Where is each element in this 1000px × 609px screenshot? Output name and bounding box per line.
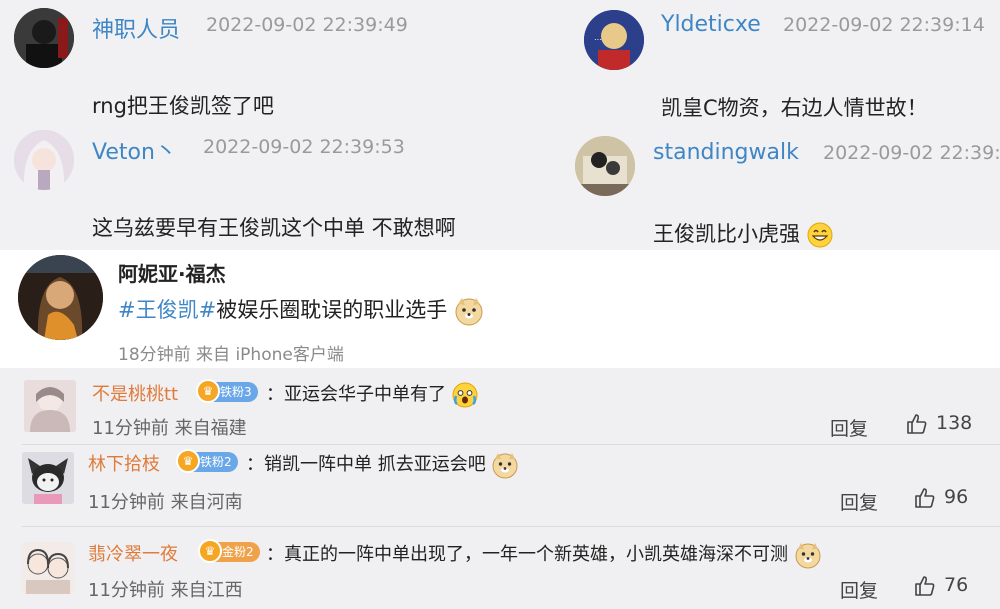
fan-badge: ♛ 铁粉3 bbox=[196, 379, 258, 403]
avatar-image bbox=[18, 255, 103, 340]
commenter-name[interactable]: Yldeticxe bbox=[661, 12, 761, 37]
like-button[interactable]: 138 bbox=[906, 412, 972, 435]
fan-badge: ♛ 金粉2 bbox=[198, 539, 260, 563]
comment-text: 王俊凯比小虎强 bbox=[653, 218, 833, 248]
fan-badge: ♛ 铁粉2 bbox=[176, 449, 238, 473]
comment-text: 凯皇C物资，右边人情世故！ bbox=[661, 96, 928, 120]
comment-text: rng把王俊凯签了吧 bbox=[92, 94, 274, 118]
like-count: 96 bbox=[944, 486, 969, 508]
reply-button[interactable]: 回复 bbox=[840, 576, 878, 603]
avatar-image bbox=[14, 130, 74, 190]
crown-icon: ♛ bbox=[196, 379, 220, 403]
like-button[interactable]: 76 bbox=[914, 574, 968, 597]
post-text-content: 被娱乐圈耽误的职业选手 bbox=[216, 298, 448, 322]
avatar-image bbox=[575, 136, 635, 196]
comment-text: 这乌兹要早有王俊凯这个中单 不敢想啊 bbox=[92, 216, 456, 240]
doge-emoji-icon bbox=[492, 453, 518, 479]
reply-author-name[interactable]: 林下拾枝 bbox=[88, 450, 160, 476]
thumbs-up-icon bbox=[915, 487, 935, 508]
crown-icon: ♛ bbox=[176, 449, 200, 473]
comment-timestamp: 2022-09-02 22:39:49 bbox=[206, 14, 408, 36]
reply-text-content: ：销凯一阵中单 抓去亚运会吧 bbox=[246, 454, 486, 475]
avatar-image: … bbox=[584, 10, 644, 70]
reply-author-name[interactable]: 不是桃桃tt bbox=[92, 380, 178, 406]
post-author-name[interactable]: 阿妮亚·福杰 bbox=[118, 258, 226, 287]
avatar[interactable] bbox=[14, 130, 74, 190]
post-text: #王俊凯#被娱乐圈耽误的职业选手 bbox=[118, 294, 484, 326]
reply-button[interactable]: 回复 bbox=[840, 488, 878, 515]
doge-emoji-icon bbox=[795, 543, 821, 569]
grin-emoji-icon bbox=[807, 222, 833, 248]
commenter-name[interactable]: standingwalk bbox=[653, 140, 799, 165]
fan-badge-label: 金粉2 bbox=[222, 545, 254, 559]
reply-text-content: ：真正的一阵中单出现了，一年一个新英雄，小凯英雄海深不可测 bbox=[266, 544, 788, 565]
reply-text: ：真正的一阵中单出现了，一年一个新英雄，小凯英雄海深不可测 bbox=[266, 540, 822, 569]
reply-divider bbox=[22, 526, 1000, 527]
svg-text:…: … bbox=[594, 33, 602, 42]
post-meta: 18分钟前 来自 iPhone客户端 bbox=[118, 345, 344, 365]
reply-avatar[interactable] bbox=[22, 452, 74, 504]
like-count: 76 bbox=[944, 574, 969, 596]
reply-meta: 11分钟前 来自河南 bbox=[88, 492, 243, 513]
comment-timestamp: 2022-09-02 22:39:4 bbox=[823, 142, 1000, 164]
reply-meta: 11分钟前 来自福建 bbox=[92, 418, 247, 439]
like-count: 138 bbox=[936, 412, 973, 434]
hashtag-link[interactable]: #王俊凯# bbox=[118, 298, 216, 322]
comment-grid: 神职人员 2022-09-02 22:39:49 rng把王俊凯签了吧 … Yl… bbox=[0, 0, 1000, 250]
reply-text: ：销凯一阵中单 抓去亚运会吧 bbox=[246, 450, 519, 479]
avatar-image bbox=[24, 380, 76, 432]
reply-avatar[interactable] bbox=[22, 542, 74, 594]
reply-item: 林下拾枝 ♛ 铁粉2 ：销凯一阵中单 抓去亚运会吧 11分钟前 来自河南 回复 9… bbox=[0, 444, 1000, 516]
reply-avatar[interactable] bbox=[24, 380, 76, 432]
post-author-avatar[interactable] bbox=[18, 255, 103, 340]
crying-emoji-icon bbox=[452, 382, 478, 408]
post-card: 阿妮亚·福杰 #王俊凯#被娱乐圈耽误的职业选手 18分钟前 来自 iPhone客… bbox=[0, 250, 1000, 368]
commenter-name[interactable]: 神职人员 bbox=[92, 12, 180, 44]
reply-button[interactable]: 回复 bbox=[830, 414, 868, 441]
thumbs-up-icon bbox=[915, 575, 935, 596]
reply-list: 不是桃桃tt ♛ 铁粉3 ：亚运会华子中单有了 11分钟前 来自福建 回复 138… bbox=[0, 368, 1000, 609]
reply-item: 不是桃桃tt ♛ 铁粉3 ：亚运会华子中单有了 11分钟前 来自福建 回复 138 bbox=[0, 368, 1000, 440]
comment-timestamp: 2022-09-02 22:39:53 bbox=[203, 136, 405, 158]
avatar[interactable]: … bbox=[584, 10, 644, 70]
thumbs-up-icon bbox=[907, 413, 927, 434]
crown-icon: ♛ bbox=[198, 539, 222, 563]
comment-text-content: 王俊凯比小虎强 bbox=[653, 222, 800, 246]
avatar[interactable] bbox=[575, 136, 635, 196]
avatar-image bbox=[22, 452, 74, 504]
like-button[interactable]: 96 bbox=[914, 486, 968, 509]
reply-meta: 11分钟前 来自江西 bbox=[88, 580, 243, 601]
fan-badge-label: 铁粉3 bbox=[220, 385, 252, 399]
commenter-name[interactable]: Veton丶 bbox=[92, 134, 177, 166]
reply-author-name[interactable]: 翡冷翠一夜 bbox=[88, 540, 178, 566]
reply-text: ：亚运会华子中单有了 bbox=[266, 380, 478, 408]
avatar-image bbox=[14, 8, 74, 68]
reply-text-content: ：亚运会华子中单有了 bbox=[266, 384, 446, 405]
comment-timestamp: 2022-09-02 22:39:14 bbox=[783, 14, 985, 36]
reply-item: 翡冷翠一夜 ♛ 金粉2 ：真正的一阵中单出现了，一年一个新英雄，小凯英雄海深不可测… bbox=[0, 528, 1000, 609]
avatar[interactable] bbox=[14, 8, 74, 68]
doge-emoji-icon bbox=[455, 298, 483, 326]
avatar-image bbox=[22, 542, 74, 594]
fan-badge-label: 铁粉2 bbox=[200, 455, 232, 469]
